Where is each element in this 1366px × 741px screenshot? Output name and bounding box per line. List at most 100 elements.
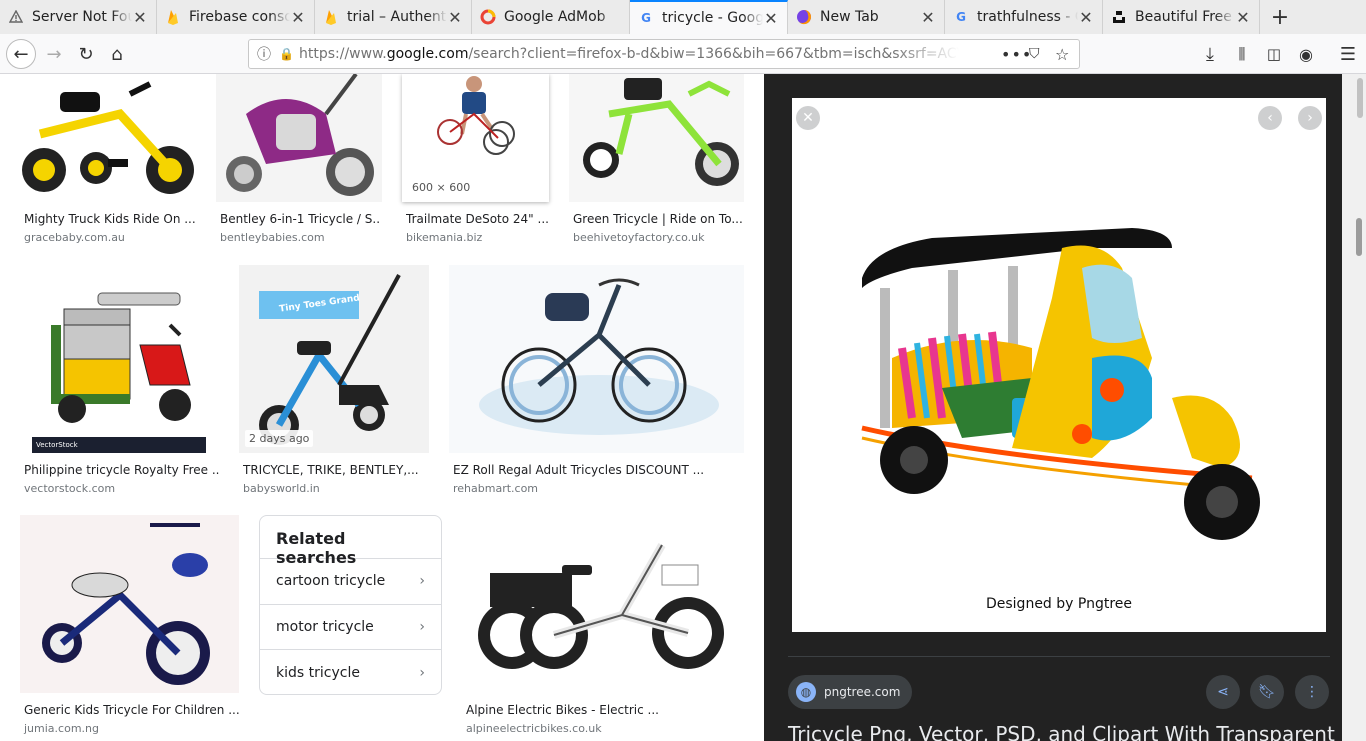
firebase-icon: [165, 9, 181, 25]
page-actions-icon[interactable]: •••: [1001, 45, 1032, 64]
result-title[interactable]: Bentley 6-in-1 Tricycle / S...: [220, 212, 380, 226]
result-thumbnail[interactable]: [216, 74, 382, 202]
pocket-icon[interactable]: ⛉: [1029, 46, 1040, 62]
save-button[interactable]: 🔖︎: [1250, 675, 1284, 709]
chevron-right-icon: ›: [1307, 110, 1313, 126]
page-content: Mighty Truck Kids Ride On ... gracebaby.…: [0, 74, 1366, 741]
tab-trathfulness-google[interactable]: G trathfulness - Google ✕: [945, 0, 1103, 34]
tab-beautiful-free-images[interactable]: Beautiful Free Images ✕: [1103, 0, 1260, 34]
result-title[interactable]: Alpine Electric Bikes - Electric ...: [466, 703, 744, 717]
bookmark-icon: 🔖︎: [1258, 684, 1276, 700]
close-icon[interactable]: ✕: [447, 8, 463, 27]
scrollbar-thumb[interactable]: [1356, 218, 1362, 256]
result-thumbnail[interactable]: [20, 515, 239, 693]
account-button[interactable]: ◉: [1292, 40, 1320, 68]
result-title[interactable]: EZ Roll Regal Adult Tricycles DISCOUNT .…: [453, 463, 744, 477]
result-thumbnail[interactable]: [569, 74, 744, 202]
result-title[interactable]: TRICYCLE, TRIKE, BENTLEY,...: [243, 463, 427, 477]
account-icon: ◉: [1299, 44, 1313, 64]
url-text: https://www.google.com/search?client=fir…: [299, 46, 959, 62]
designed-by-caption: Designed by Pngtree: [985, 596, 1133, 612]
result-source[interactable]: beehivetoyfactory.co.uk: [573, 231, 704, 244]
close-icon[interactable]: ✕: [290, 8, 306, 27]
tab-firebase-console[interactable]: Firebase console ✕: [157, 0, 315, 34]
close-icon[interactable]: ✕: [1235, 8, 1251, 27]
hamburger-menu-icon: ☰: [1339, 43, 1357, 65]
downloads-button[interactable]: ⤓: [1196, 40, 1224, 68]
result-source[interactable]: gracebaby.com.au: [24, 231, 125, 244]
result-title[interactable]: Mighty Truck Kids Ride On ...: [24, 212, 196, 226]
chevron-right-icon: ›: [419, 573, 425, 590]
related-searches-heading: Related searches: [260, 516, 441, 567]
firebase-icon: [323, 9, 339, 25]
result-thumbnail[interactable]: [462, 515, 744, 693]
home-button[interactable]: ⌂: [103, 40, 131, 68]
result-title[interactable]: Green Tricycle | Ride on To...: [573, 212, 743, 226]
close-icon[interactable]: ✕: [920, 8, 936, 27]
url-bar[interactable]: ⓘ 🔒 https://www.google.com/search?client…: [248, 39, 1080, 69]
firefox-icon: [796, 9, 812, 25]
tab-title: trial – Authentication: [347, 9, 447, 25]
result-thumbnail[interactable]: VectorStock: [20, 265, 219, 453]
tab-tricycle-google-search[interactable]: G tricycle - Google Search ✕: [630, 0, 788, 34]
result-source[interactable]: bikemania.biz: [406, 231, 482, 244]
result-source[interactable]: babysworld.in: [243, 482, 320, 495]
new-tab-button[interactable]: +: [1260, 0, 1300, 34]
navigation-toolbar: ← → ↻ ⌂ ⓘ 🔒 https://www.google.com/searc…: [0, 34, 1366, 74]
plus-icon: +: [1270, 4, 1290, 30]
result-title[interactable]: Generic Kids Tricycle For Children ...: [24, 703, 239, 717]
scrollbar-top-thumb[interactable]: [1357, 78, 1363, 118]
forward-button[interactable]: →: [40, 40, 68, 68]
tab-title: tricycle - Google Search: [662, 10, 763, 26]
google-icon: G: [956, 10, 966, 24]
next-image-button[interactable]: ›: [1298, 106, 1322, 130]
tab-title: Beautiful Free Images: [1135, 9, 1235, 25]
tab-google-admob[interactable]: Google AdMob: [472, 0, 630, 34]
library-button[interactable]: ⫼: [1228, 40, 1256, 68]
close-icon[interactable]: ✕: [1078, 8, 1094, 27]
close-preview-button[interactable]: ✕: [796, 106, 820, 130]
result-source[interactable]: vectorstock.com: [24, 482, 115, 495]
preview-image[interactable]: ✕ ‹ › Designed by Pngtree: [792, 98, 1326, 632]
tab-trial-authentication[interactable]: trial – Authentication ✕: [315, 0, 472, 34]
result-title[interactable]: Philippine tricycle Royalty Free ...: [24, 463, 219, 477]
result-thumbnail[interactable]: 600 × 600: [402, 74, 549, 202]
tab-new-tab[interactable]: New Tab ✕: [788, 0, 945, 34]
back-button[interactable]: ←: [6, 39, 36, 69]
arrow-left-icon: ←: [13, 43, 29, 65]
bookmark-star-icon[interactable]: ☆: [1055, 45, 1069, 64]
tab-title: Firebase console: [189, 9, 290, 25]
close-icon[interactable]: ✕: [132, 8, 148, 27]
result-source[interactable]: bentleybabies.com: [220, 231, 325, 244]
more-options-button[interactable]: ⋮: [1295, 675, 1329, 709]
related-search-label: motor tricycle: [276, 618, 374, 635]
info-icon[interactable]: ⓘ: [257, 44, 271, 64]
arrow-right-icon: →: [46, 43, 62, 65]
source-site-button[interactable]: ◍ pngtree.com: [788, 675, 913, 709]
tab-server-not-found[interactable]: Server Not Found ✕: [0, 0, 157, 34]
url-path: /search?client=firefox-b-d&biw=1366&bih=…: [468, 46, 959, 62]
menu-button[interactable]: ☰: [1334, 40, 1362, 68]
scrollbar[interactable]: [1342, 74, 1366, 741]
result-thumbnail[interactable]: Tiny Toes Grand 2 days ago: [239, 265, 429, 453]
sidebar-button[interactable]: ◫: [1260, 40, 1288, 68]
reload-button[interactable]: ↻: [72, 40, 100, 68]
result-source[interactable]: rehabmart.com: [453, 482, 538, 495]
result-source[interactable]: jumia.com.ng: [24, 722, 99, 735]
close-icon[interactable]: ✕: [763, 9, 779, 28]
image-preview-panel: ✕ ‹ › Designed by Pngtree ◍ pngtree.com …: [764, 74, 1342, 741]
result-title[interactable]: Trailmate DeSoto 24" ...: [406, 212, 549, 226]
warning-icon: [8, 9, 24, 25]
share-button[interactable]: ⋖: [1206, 675, 1240, 709]
preview-title[interactable]: Tricycle Png, Vector, PSD, and Clipart W…: [788, 722, 1335, 741]
share-icon: ⋖: [1217, 684, 1229, 700]
related-search-kids-tricycle[interactable]: kids tricycle ›: [260, 650, 441, 696]
previous-image-button[interactable]: ‹: [1258, 106, 1282, 130]
home-icon: ⌂: [111, 43, 123, 65]
chevron-right-icon: ›: [419, 664, 425, 681]
result-thumbnail[interactable]: [449, 265, 744, 453]
tab-title: trathfulness - Google: [977, 9, 1078, 25]
related-search-motor-tricycle[interactable]: motor tricycle ›: [260, 605, 441, 650]
result-thumbnail[interactable]: [20, 74, 196, 202]
result-source[interactable]: alpineelectricbikes.co.uk: [466, 722, 602, 735]
